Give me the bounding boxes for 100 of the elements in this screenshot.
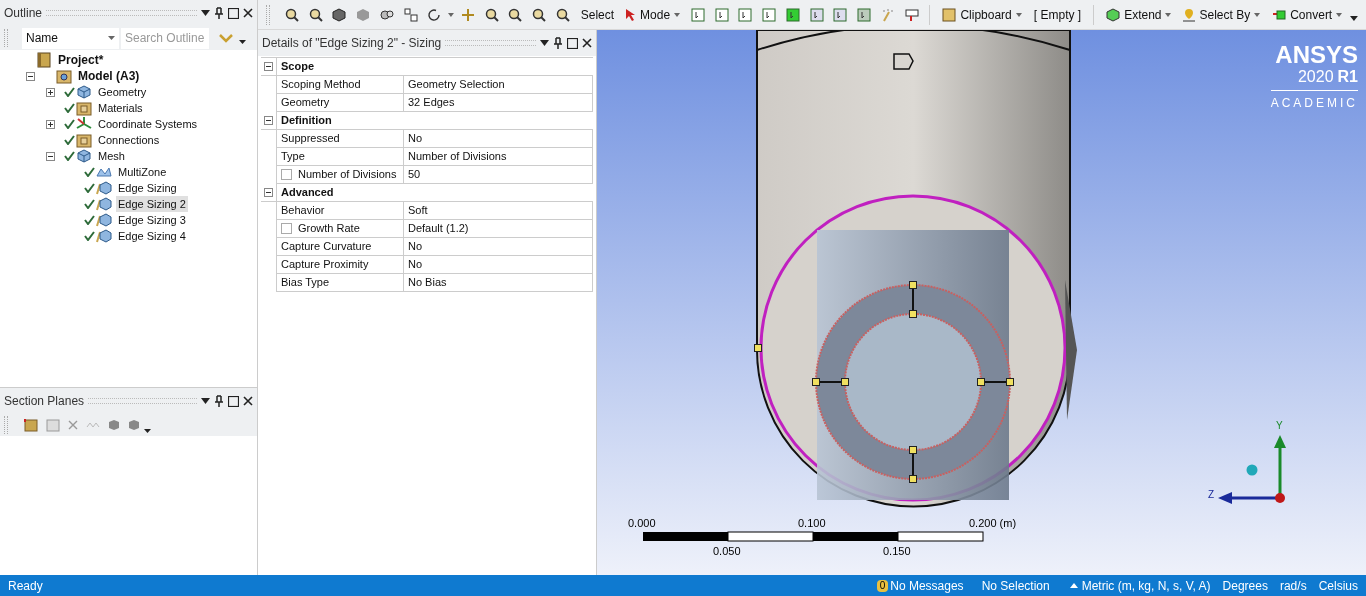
- maximize-icon[interactable]: [228, 395, 239, 407]
- property-value: No: [408, 131, 423, 147]
- tree-item[interactable]: Geometry: [96, 83, 149, 101]
- status-messages[interactable]: No Messages: [890, 576, 964, 595]
- cube-icon: [96, 212, 112, 228]
- section-heading: Definition: [276, 112, 593, 129]
- scale-label: 0.100: [798, 517, 826, 529]
- tree-item[interactable]: Model (A3): [76, 67, 142, 85]
- panel-title: Details of "Edge Sizing 2" - Sizing: [262, 35, 442, 52]
- status-units[interactable]: Celsius: [1318, 576, 1358, 595]
- parameter-checkbox[interactable]: [281, 169, 292, 180]
- folder-icon: [76, 132, 92, 148]
- logo-release: R1: [1337, 68, 1358, 86]
- caret-icon: [108, 36, 115, 40]
- parameter-checkbox[interactable]: [281, 223, 292, 234]
- scale-label: 0.050: [713, 545, 741, 557]
- dropdown-icon[interactable]: [201, 398, 210, 404]
- toolbar-button[interactable]: Clipboard: [938, 3, 1026, 26]
- property-label: Number of Divisions: [297, 167, 397, 183]
- caret-icon: [1015, 12, 1022, 17]
- convert-icon: [1272, 7, 1287, 22]
- caret-icon: [1336, 12, 1343, 17]
- book-icon: [36, 52, 52, 68]
- collapse-toggle[interactable]: [264, 188, 273, 197]
- toolbar-button[interactable]: Select By: [1179, 3, 1265, 26]
- tree-item[interactable]: Project*: [56, 51, 106, 69]
- toolbar-button[interactable]: Mode: [622, 3, 685, 26]
- filter-dropdown[interactable]: Name: [22, 27, 119, 49]
- property-value: Soft: [408, 203, 428, 219]
- property-value: 32 Edges: [408, 95, 455, 111]
- close-icon[interactable]: [243, 396, 253, 406]
- logo-version: 2020: [1297, 68, 1334, 86]
- toolbar-button[interactable]: Select: [576, 3, 619, 26]
- message-badge: 0: [876, 579, 889, 592]
- tree-item[interactable]: Edge Sizing 4: [116, 227, 188, 245]
- caret-icon[interactable]: [144, 429, 151, 433]
- plane-icon[interactable]: [24, 418, 38, 432]
- status-units[interactable]: rad/s: [1279, 576, 1307, 595]
- tree-item[interactable]: Coordinate Systems: [96, 115, 200, 133]
- property-label: Suppressed: [281, 131, 340, 147]
- tree-item[interactable]: Edge Sizing 2: [116, 195, 188, 213]
- collapse-toggle[interactable]: [264, 62, 273, 71]
- property-value: 50: [408, 167, 421, 183]
- scale-label: 0.000: [628, 517, 656, 529]
- dropdown-icon[interactable]: [540, 40, 549, 46]
- caret-icon[interactable]: [239, 40, 246, 44]
- expand-toggle[interactable]: [46, 119, 55, 129]
- property-label: Capture Curvature: [281, 239, 372, 255]
- cursor-icon: [626, 8, 637, 21]
- section-heading: Advanced: [276, 184, 593, 201]
- pin-icon[interactable]: [214, 395, 224, 407]
- section-heading: Scope: [276, 58, 593, 75]
- search-field[interactable]: Search Outline: [121, 27, 209, 49]
- property-value: Number of Divisions: [408, 149, 507, 165]
- pin-icon[interactable]: [214, 7, 224, 19]
- toolbar-button[interactable]: Convert: [1268, 3, 1347, 26]
- property-label: Geometry: [281, 95, 330, 111]
- status-selection: No Selection: [981, 577, 1050, 595]
- scale-label: 0.150: [883, 545, 911, 557]
- tree-item[interactable]: Mesh: [96, 147, 127, 165]
- close-icon[interactable]: [243, 8, 253, 18]
- collapse-toggle[interactable]: [26, 71, 35, 81]
- cube-icon: [76, 84, 92, 100]
- status-units[interactable]: Degrees: [1222, 576, 1268, 595]
- overflow-icon[interactable]: [1350, 15, 1359, 22]
- tree-item[interactable]: Edge Sizing 3: [116, 211, 188, 229]
- close-icon[interactable]: [582, 38, 592, 48]
- maximize-icon[interactable]: [567, 37, 578, 49]
- cube-icon: [96, 180, 112, 196]
- expand-toggle[interactable]: [46, 87, 55, 97]
- cube-icon: [96, 196, 112, 212]
- folder-icon: [56, 68, 72, 84]
- caret-icon: [1165, 12, 1172, 17]
- scale-label: 0.200 (m): [969, 517, 1017, 529]
- logo-brand: ANSYS: [1275, 42, 1358, 68]
- collapse-toggle[interactable]: [46, 151, 55, 161]
- pin-icon[interactable]: [553, 37, 563, 49]
- property-value: No: [408, 239, 423, 255]
- property-value: No: [408, 257, 423, 273]
- tree-item[interactable]: Connections: [96, 131, 162, 149]
- property-value: No Bias: [408, 275, 447, 291]
- toolbar-button[interactable]: Extend: [1102, 3, 1176, 26]
- collapse-toggle[interactable]: [264, 116, 273, 125]
- tree-item[interactable]: MultiZone: [116, 163, 169, 181]
- caret-icon: [448, 12, 455, 17]
- dropdown-icon[interactable]: [201, 10, 210, 16]
- tree-item[interactable]: Edge Sizing: [116, 179, 179, 197]
- clipboard-icon: [942, 7, 957, 22]
- maximize-icon[interactable]: [228, 7, 239, 19]
- property-label: Capture Proximity: [281, 257, 369, 273]
- caret-up-icon: [1069, 583, 1078, 588]
- property-label: Type: [281, 149, 305, 165]
- status-units[interactable]: Metric (m, kg, N, s, V, A): [1081, 576, 1211, 595]
- toolbar-button[interactable]: [ Empty ]: [1029, 3, 1086, 26]
- axis-label: Z: [1208, 489, 1215, 500]
- property-label: Growth Rate: [297, 221, 360, 237]
- tree-item[interactable]: Materials: [96, 99, 145, 117]
- cube-icon: [1106, 7, 1121, 22]
- panel-title: Outline: [4, 5, 43, 22]
- panel-title: Section Planes: [4, 393, 85, 410]
